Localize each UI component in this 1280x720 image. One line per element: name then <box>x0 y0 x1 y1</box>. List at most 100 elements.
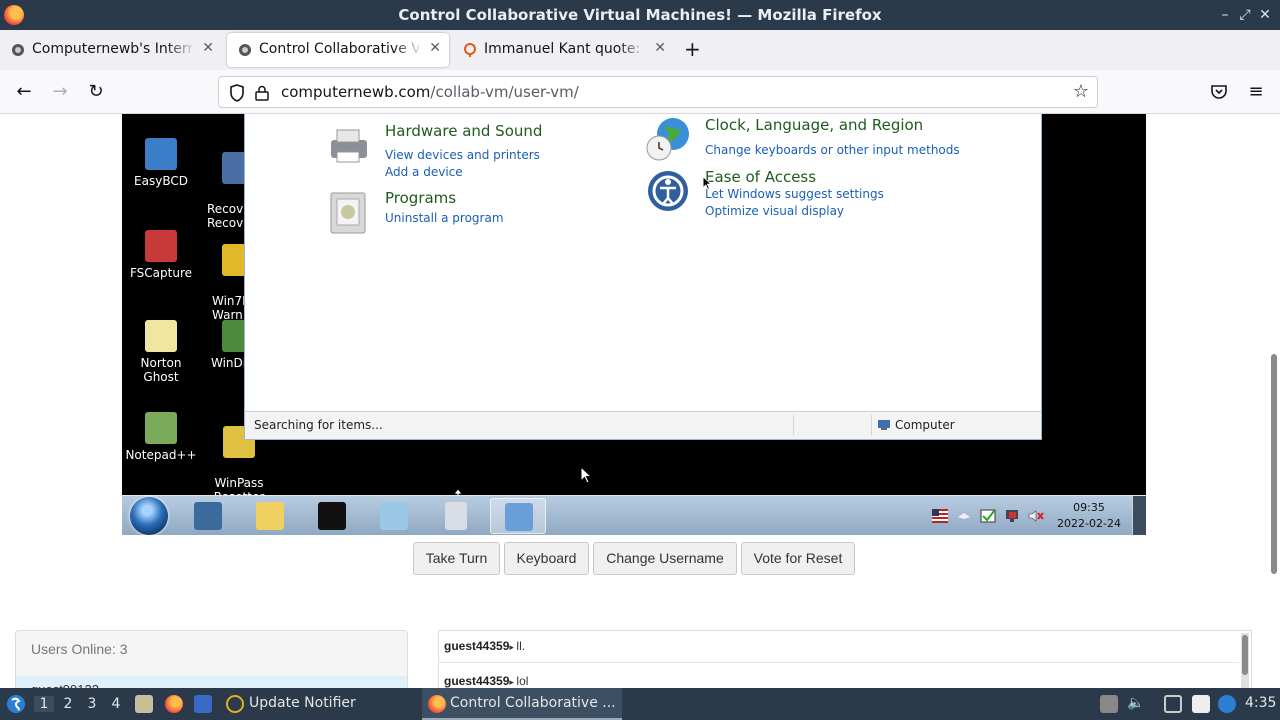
url-text[interactable]: computernewb.com/collab-vm/user-vm/ <box>281 83 579 101</box>
keyboard-button[interactable]: Keyboard <box>504 542 589 575</box>
new-tab-button[interactable]: + <box>684 37 701 61</box>
category-link[interactable]: Let Windows suggest settings <box>705 187 884 201</box>
tab-collab-vm[interactable]: Control Collaborative Virt ✕ <box>227 33 449 67</box>
hamburger-menu-icon[interactable]: ≡ <box>1244 80 1268 104</box>
menu-logo-icon[interactable] <box>6 694 26 714</box>
start-orb-icon[interactable] <box>130 497 168 535</box>
category-link[interactable]: Add a device <box>385 165 463 179</box>
bookmark-star-icon[interactable]: ☆ <box>1073 81 1089 102</box>
vm-clock[interactable]: 09:35 2022-02-24 <box>1052 500 1126 532</box>
category-title[interactable]: Hardware and Sound <box>385 122 542 140</box>
reload-icon[interactable]: ↻ <box>84 80 108 104</box>
firefox-launcher-icon[interactable] <box>165 695 183 713</box>
us-flag-icon[interactable] <box>932 509 948 523</box>
forward-arrow-icon[interactable]: → <box>48 80 72 104</box>
take-turn-button[interactable]: Take Turn <box>413 542 500 575</box>
chat-panel: guest44359▸ ll. guest44359▸ lol <box>438 630 1252 688</box>
page-scrollbar-thumb[interactable] <box>1271 354 1277 574</box>
desktop-icon-norton-ghost[interactable]: Norton Ghost <box>122 320 200 384</box>
vm-taskbar: 09:35 2022-02-24 <box>122 495 1146 535</box>
workspace-1[interactable]: 1 <box>34 696 54 712</box>
norton-ghost-icon <box>145 320 177 352</box>
workspace-4[interactable]: 4 <box>106 696 126 712</box>
site-favicon-icon <box>239 44 251 56</box>
category-link[interactable]: Optimize visual display <box>705 204 844 218</box>
close-window-icon[interactable]: ✕ <box>1254 4 1276 26</box>
chat-text: ll. <box>516 639 526 653</box>
tab-close-icon[interactable]: ✕ <box>202 40 214 56</box>
chat-scrollbar[interactable] <box>1241 633 1249 688</box>
desktop-icon-recovery[interactable]: Recov Recove <box>200 138 250 244</box>
command-prompt-icon <box>318 502 346 530</box>
notepad-icon <box>380 502 408 530</box>
category-title[interactable]: Clock, Language, and Region <box>705 116 923 134</box>
vm-screen[interactable]: EasyBCD Recov Recove FSCapture Win7P War… <box>122 114 1146 535</box>
users-online-header: Users Online: 3 <box>31 641 128 657</box>
restore-icon[interactable]: ⤢ <box>1234 4 1256 26</box>
terminal-launcher-icon[interactable] <box>194 695 212 713</box>
desktop-icon-label: Recov Recove <box>207 202 250 230</box>
url-domain: computernewb.com <box>281 83 431 101</box>
system-panel: 1 2 3 4 Update Notifier Control Collabor… <box>0 688 1280 720</box>
tab-kant-quote[interactable]: Immanuel Kant quote: Th ✕ <box>452 33 674 67</box>
chat-message: guest44359▸ lol <box>439 666 1239 688</box>
update-notifier-label[interactable]: Update Notifier <box>249 695 356 711</box>
chat-username: guest44359 <box>444 674 510 688</box>
clipboard-icon[interactable] <box>1192 695 1210 713</box>
category-link[interactable]: Change keyboards or other input methods <box>705 143 960 157</box>
workspace-3[interactable]: 3 <box>82 696 102 712</box>
notification-icon[interactable] <box>1218 695 1236 713</box>
pocket-icon[interactable] <box>1210 83 1228 101</box>
tab-computernewb[interactable]: Computernewb's Internet ✕ <box>0 33 222 67</box>
taskbar-cmd[interactable] <box>304 498 360 534</box>
desktop-icon-windi[interactable]: WinDi <box>200 320 250 370</box>
change-username-button[interactable]: Change Username <box>593 542 737 575</box>
files-icon[interactable] <box>135 695 153 713</box>
firefox-window-icon <box>428 695 446 713</box>
control-panel-window[interactable]: Hardware and Sound View devices and prin… <box>244 114 1042 440</box>
update-notifier-icon[interactable] <box>226 695 244 713</box>
user-list-item[interactable]: guest99122 <box>16 676 407 688</box>
display-icon[interactable] <box>1164 695 1182 713</box>
category-link[interactable]: View devices and printers <box>385 148 540 162</box>
category-title[interactable]: Programs <box>385 189 456 207</box>
desktop-icon-fscapture[interactable]: FSCapture <box>122 230 200 280</box>
volume-muted-icon[interactable] <box>1028 509 1044 523</box>
active-window-button[interactable]: Control Collaborative ... <box>422 688 622 720</box>
taskbar-notepad[interactable] <box>366 498 422 534</box>
vote-reset-button[interactable]: Vote for Reset <box>741 542 855 575</box>
desktop-icon-easybcd[interactable]: EasyBCD <box>122 138 200 188</box>
minimize-icon[interactable]: – <box>1214 4 1236 26</box>
desktop-icon-notepadpp[interactable]: Notepad++ <box>122 412 200 462</box>
back-arrow-icon[interactable]: ← <box>12 80 36 104</box>
tab-strip: Computernewb's Internet ✕ Control Collab… <box>0 30 1280 70</box>
quote-favicon-icon <box>464 43 476 57</box>
desktop-icon-label: Win7P Warn <box>212 294 250 322</box>
workspace-2[interactable]: 2 <box>58 696 78 712</box>
tracking-shield-icon[interactable] <box>229 84 245 102</box>
vm-clock-date: 2022-02-24 <box>1057 517 1121 530</box>
taskbar-explorer[interactable] <box>242 498 298 534</box>
network-icon[interactable] <box>1004 509 1020 523</box>
url-bar[interactable]: computernewb.com/collab-vm/user-vm/ ☆ <box>218 76 1098 108</box>
vm-clock-time: 09:35 <box>1073 501 1105 514</box>
active-window-label: Control Collaborative ... <box>450 695 616 711</box>
category-title[interactable]: Ease of Access <box>705 168 816 186</box>
volume-icon[interactable]: 🔈 <box>1127 695 1144 711</box>
tab-close-icon[interactable]: ✕ <box>654 40 666 56</box>
tab-close-icon[interactable]: ✕ <box>429 40 441 56</box>
window-titlebar: Control Collaborative Virtual Machines! … <box>0 0 1280 30</box>
show-desktop-button[interactable] <box>1132 496 1146 535</box>
taskbar-control-panel[interactable] <box>490 498 546 534</box>
lock-icon[interactable] <box>255 85 269 101</box>
panel-clock[interactable]: 4:35 <box>1245 695 1276 711</box>
category-link[interactable]: Uninstall a program <box>385 211 504 225</box>
tray-device-icon[interactable] <box>1100 695 1118 713</box>
taskbar-server-manager[interactable] <box>180 498 236 534</box>
action-center-icon[interactable] <box>980 509 996 523</box>
page-scrollbar[interactable] <box>1270 234 1278 688</box>
tray-arrow-icon[interactable] <box>956 509 972 523</box>
taskbar-calculator[interactable] <box>428 498 484 534</box>
users-panel: Users Online: 3 guest99122 <box>15 630 408 688</box>
computer-icon <box>878 420 890 430</box>
